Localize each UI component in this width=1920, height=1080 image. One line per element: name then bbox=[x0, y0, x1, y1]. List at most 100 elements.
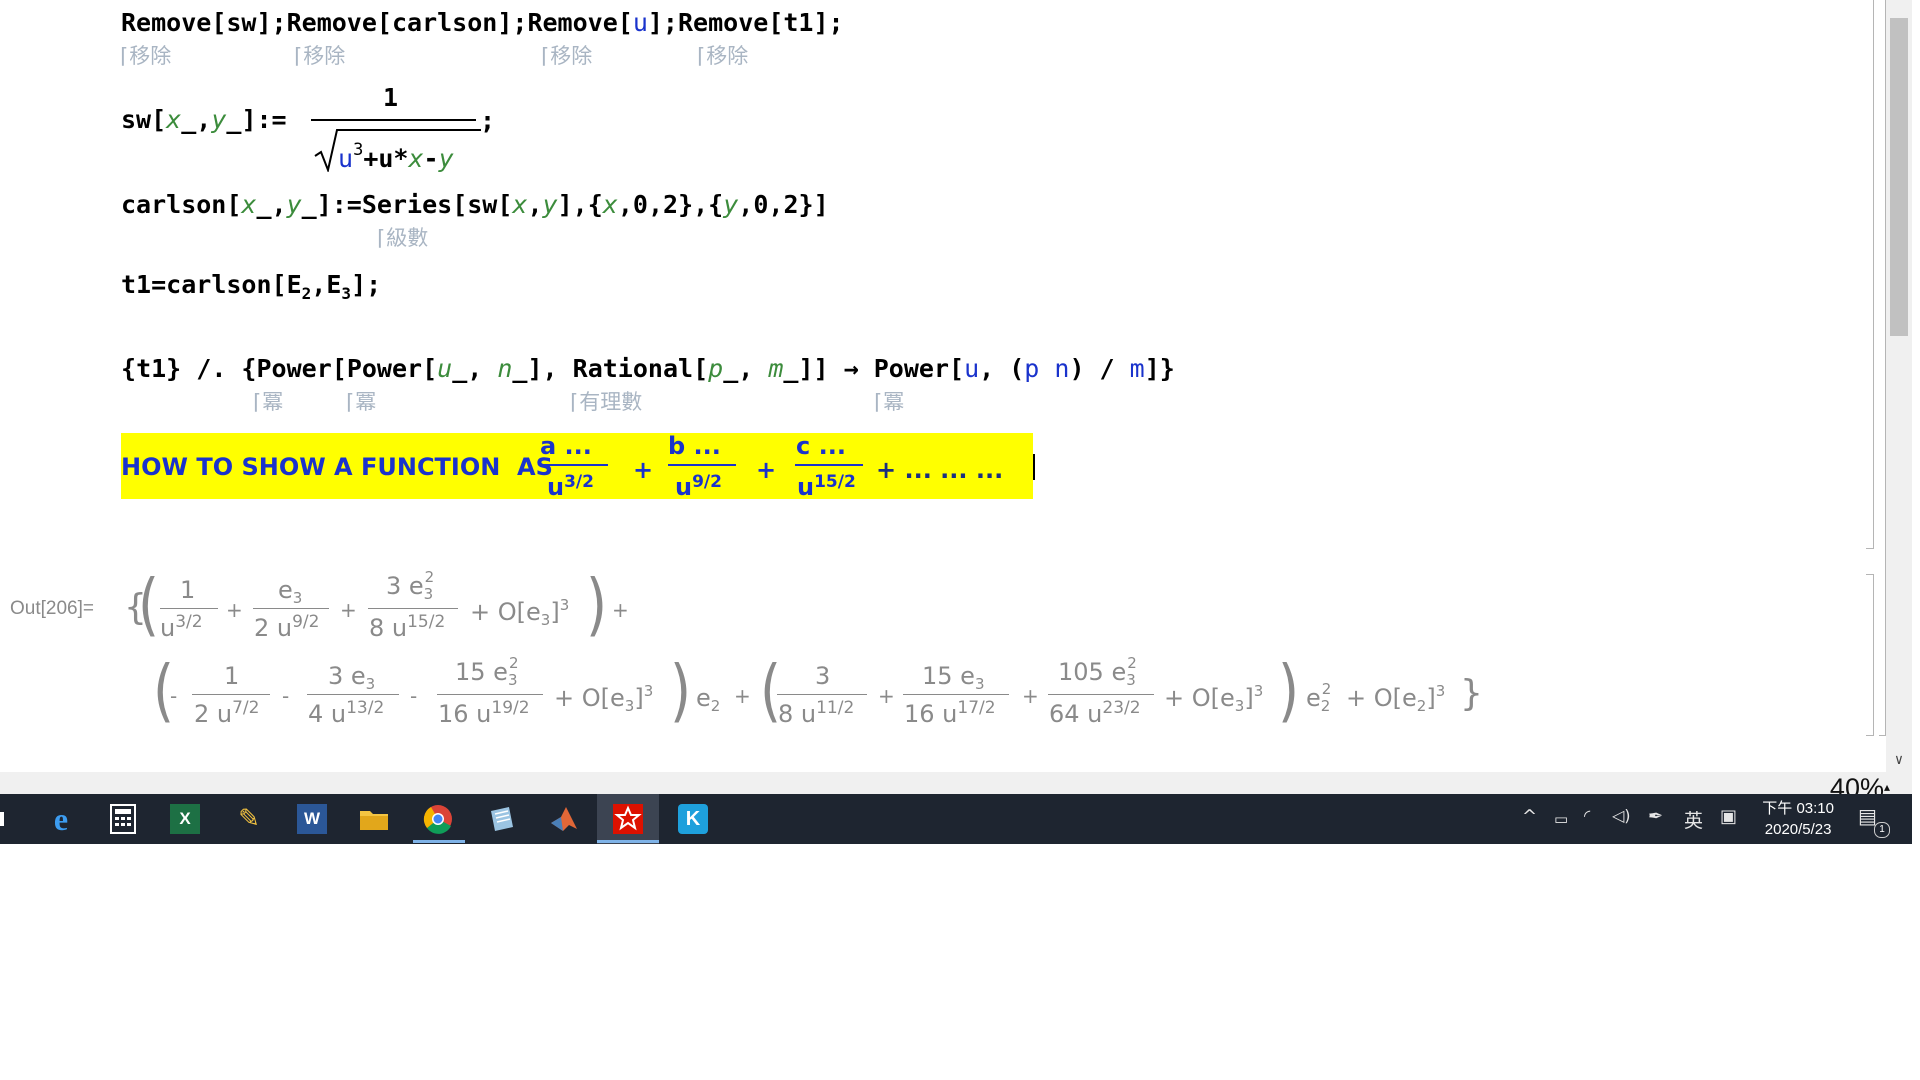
calculator-icon[interactable] bbox=[104, 800, 142, 838]
frac-num: e3 bbox=[278, 576, 303, 607]
notification-count: 1 bbox=[1874, 822, 1890, 838]
scroll-down-icon[interactable]: ∨ bbox=[1886, 752, 1912, 768]
hint-remove: 移除 bbox=[120, 46, 171, 67]
highlight-text: HOW TO SHOW A FUNCTION AS bbox=[121, 453, 553, 481]
kw: Remove bbox=[286, 8, 377, 37]
frac-num: 105 e23 bbox=[1058, 654, 1137, 689]
frac-bar bbox=[437, 694, 543, 695]
clock[interactable]: 下午 03:10 2020/5/23 bbox=[1762, 798, 1834, 840]
num: 2 bbox=[663, 190, 679, 219]
exponent: 3 bbox=[353, 140, 364, 160]
frac-bar bbox=[668, 464, 736, 466]
cell-bracket[interactable] bbox=[1866, 0, 1874, 549]
var: y bbox=[286, 190, 302, 219]
frac-bar bbox=[777, 694, 867, 695]
mathematica-icon[interactable] bbox=[609, 800, 647, 838]
brace-close: } bbox=[1460, 673, 1483, 714]
subscript: 2 bbox=[301, 284, 312, 303]
hint-remove: 移除 bbox=[697, 46, 748, 67]
frac-bar bbox=[795, 464, 863, 466]
var: y bbox=[211, 105, 227, 134]
cell-rule[interactable]: {t1} /. {Power[Power[u_, n_], Rational[p… bbox=[121, 356, 1175, 381]
frac-den: 2 u9/2 bbox=[254, 612, 320, 642]
kw: Remove bbox=[121, 8, 212, 37]
var: x bbox=[241, 190, 257, 219]
start-edge[interactable] bbox=[0, 812, 4, 826]
zoom-dropdown-icon[interactable]: ▴ bbox=[1884, 780, 1890, 794]
frac-den: 16 u17/2 bbox=[904, 698, 996, 728]
cell-group-bracket[interactable] bbox=[1879, 0, 1886, 736]
frac-den: u3/2 bbox=[547, 472, 594, 501]
active-indicator bbox=[597, 840, 659, 843]
plus: + bbox=[612, 598, 629, 622]
arg: carlson bbox=[391, 8, 498, 37]
big-o-term: + O[e2]3 bbox=[1346, 682, 1446, 715]
var: p n bbox=[1024, 354, 1070, 383]
ime-icon[interactable]: ▣ bbox=[1720, 806, 1737, 827]
notepad-icon[interactable] bbox=[482, 800, 520, 838]
e2-squared: e22 bbox=[1306, 680, 1332, 715]
excel-icon[interactable]: X bbox=[166, 800, 204, 838]
vertical-scrollbar[interactable]: ∨ bbox=[1886, 0, 1912, 775]
fraction-bar bbox=[311, 119, 476, 121]
cell-carlson[interactable]: carlson[x_,y_]:=Series[sw[x,y],{x,0,2},{… bbox=[121, 192, 829, 217]
frac-den: 8 u15/2 bbox=[369, 612, 446, 642]
edge-icon[interactable]: e bbox=[42, 800, 80, 838]
plus: + bbox=[734, 684, 751, 708]
frac-den: u3/2 bbox=[160, 612, 203, 642]
op: +u* bbox=[363, 144, 409, 173]
file-explorer-icon[interactable] bbox=[355, 800, 393, 838]
paint-icon[interactable]: ✎ bbox=[230, 800, 268, 838]
var: u bbox=[964, 354, 980, 383]
word-icon[interactable]: W bbox=[293, 800, 331, 838]
notebook: Remove[sw];Remove[carlson];Remove[u];Rem… bbox=[0, 0, 1920, 1080]
kmplayer-icon[interactable]: K bbox=[674, 800, 712, 838]
cell-sw[interactable]: sw[x_,y_]:= bbox=[121, 107, 287, 132]
num: 0 bbox=[632, 190, 648, 219]
battery-icon[interactable]: ▭ bbox=[1554, 810, 1568, 828]
taskbar: e X ✎ W K ^ ▭ ◜ ◁) ✒ 英 ▣ 下午 03:10 2020/5/… bbox=[0, 794, 1912, 844]
input-language[interactable]: 英 bbox=[1684, 806, 1703, 833]
var: u bbox=[437, 354, 453, 383]
hint-power: 冪 bbox=[346, 392, 376, 413]
scrollbar-thumb[interactable] bbox=[1890, 18, 1908, 336]
kw: Rational bbox=[572, 354, 694, 383]
hint-remove: 移除 bbox=[294, 46, 345, 67]
sqrt-body: u3+u*x-y bbox=[338, 140, 454, 173]
frac-bar bbox=[160, 608, 218, 609]
tray-chevron-icon[interactable]: ^ bbox=[1522, 806, 1537, 827]
plus: + bbox=[756, 456, 777, 484]
minus: - bbox=[410, 684, 418, 708]
cell-remove[interactable]: Remove[sw];Remove[carlson];Remove[u];Rem… bbox=[121, 10, 844, 35]
output-label: Out[206]= bbox=[10, 598, 94, 619]
frac-den: 4 u13/2 bbox=[308, 698, 385, 728]
plus: + bbox=[226, 598, 243, 622]
fraction-numerator: 1 bbox=[383, 83, 399, 112]
op: - bbox=[423, 144, 439, 173]
matlab-icon[interactable] bbox=[545, 800, 583, 838]
paren-close: ) bbox=[1278, 651, 1300, 730]
minus: - bbox=[170, 684, 178, 708]
pen-icon[interactable]: ✒ bbox=[1648, 806, 1663, 827]
var: y bbox=[723, 190, 739, 219]
cell-bracket[interactable] bbox=[1866, 574, 1874, 736]
symbol: E bbox=[326, 270, 342, 299]
frac-den: 8 u11/2 bbox=[778, 698, 855, 728]
volume-icon[interactable]: ◁) bbox=[1612, 806, 1631, 825]
status-bar bbox=[0, 772, 1912, 794]
chrome-icon[interactable] bbox=[419, 800, 457, 838]
frac-num: 15 e23 bbox=[455, 654, 519, 689]
wifi-icon[interactable]: ◜ bbox=[1584, 806, 1590, 825]
fn-name: sw bbox=[121, 105, 152, 134]
frac-num: 3 e23 bbox=[386, 568, 435, 603]
arg: u bbox=[632, 8, 648, 37]
series-tail: + ... ... ... bbox=[876, 456, 1004, 484]
kw: Series bbox=[361, 190, 453, 219]
frac-bar bbox=[307, 694, 399, 695]
var: t1 bbox=[121, 270, 152, 299]
frac-num: 3 e3 bbox=[328, 662, 376, 693]
var: p bbox=[708, 354, 724, 383]
cell-t1[interactable]: t1=carlson[E2,E3]; bbox=[121, 272, 381, 302]
var: u bbox=[338, 144, 354, 173]
active-indicator bbox=[413, 840, 465, 843]
